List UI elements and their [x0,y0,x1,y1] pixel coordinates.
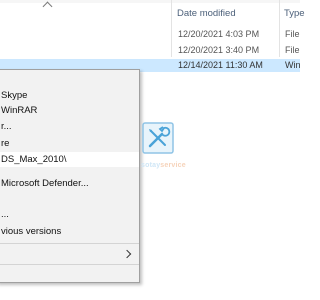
menu-item-label: vious versions [1,226,62,237]
file-date: 12/20/2021 3:40 PM [178,45,260,55]
menu-item-label: r... [1,121,12,132]
context-menu: Skype WinRAR r... re DS_Max_2010\ Micros… [0,69,140,283]
menu-item-microsoft-defender[interactable]: Microsoft Defender... [0,176,139,191]
sort-chevron-up-icon[interactable] [42,1,53,12]
menu-item-submenu[interactable] [0,247,139,262]
chevron-right-icon [122,249,132,259]
file-row[interactable]: 12/20/2021 3:40 PM File [0,44,300,57]
watermark-text-part: sotay [141,162,161,169]
menu-item-path[interactable]: DS_Max_2010\ [0,152,139,167]
file-type: File [285,45,300,55]
menu-item-label: Microsoft Defender... [1,178,89,189]
menu-item-truncated[interactable]: re [0,136,139,151]
menu-item-label: Skype [1,90,28,101]
menu-item-label: ... [1,209,9,220]
file-type: File [285,29,300,39]
menu-separator [0,264,139,265]
menu-separator [0,243,139,244]
tools-logo-icon [142,122,174,154]
column-header-date-modified[interactable]: Date modified [177,8,236,19]
file-date: 12/14/2021 11:30 AM [178,60,263,70]
file-type: Win [285,60,301,70]
file-row[interactable]: 12/20/2021 4:03 PM File [0,28,300,41]
menu-item-skype[interactable]: Skype [0,88,139,103]
file-date: 12/20/2021 4:03 PM [178,29,260,39]
menu-item-label: re [1,138,10,149]
watermark-text: sotayservice [141,162,186,169]
menu-item-label: WinRAR [1,105,38,116]
menu-item-previous-versions[interactable]: vious versions [0,224,139,239]
menu-item-label: DS_Max_2010\ [1,154,67,165]
menu-item-truncated[interactable]: r... [0,119,139,134]
watermark-text-part: service [160,162,186,169]
menu-item-truncated[interactable]: ... [0,207,139,222]
menu-item-winrar[interactable]: WinRAR [0,103,139,118]
column-header-type[interactable]: Type [284,8,305,19]
menu-item-truncated[interactable] [0,267,139,282]
